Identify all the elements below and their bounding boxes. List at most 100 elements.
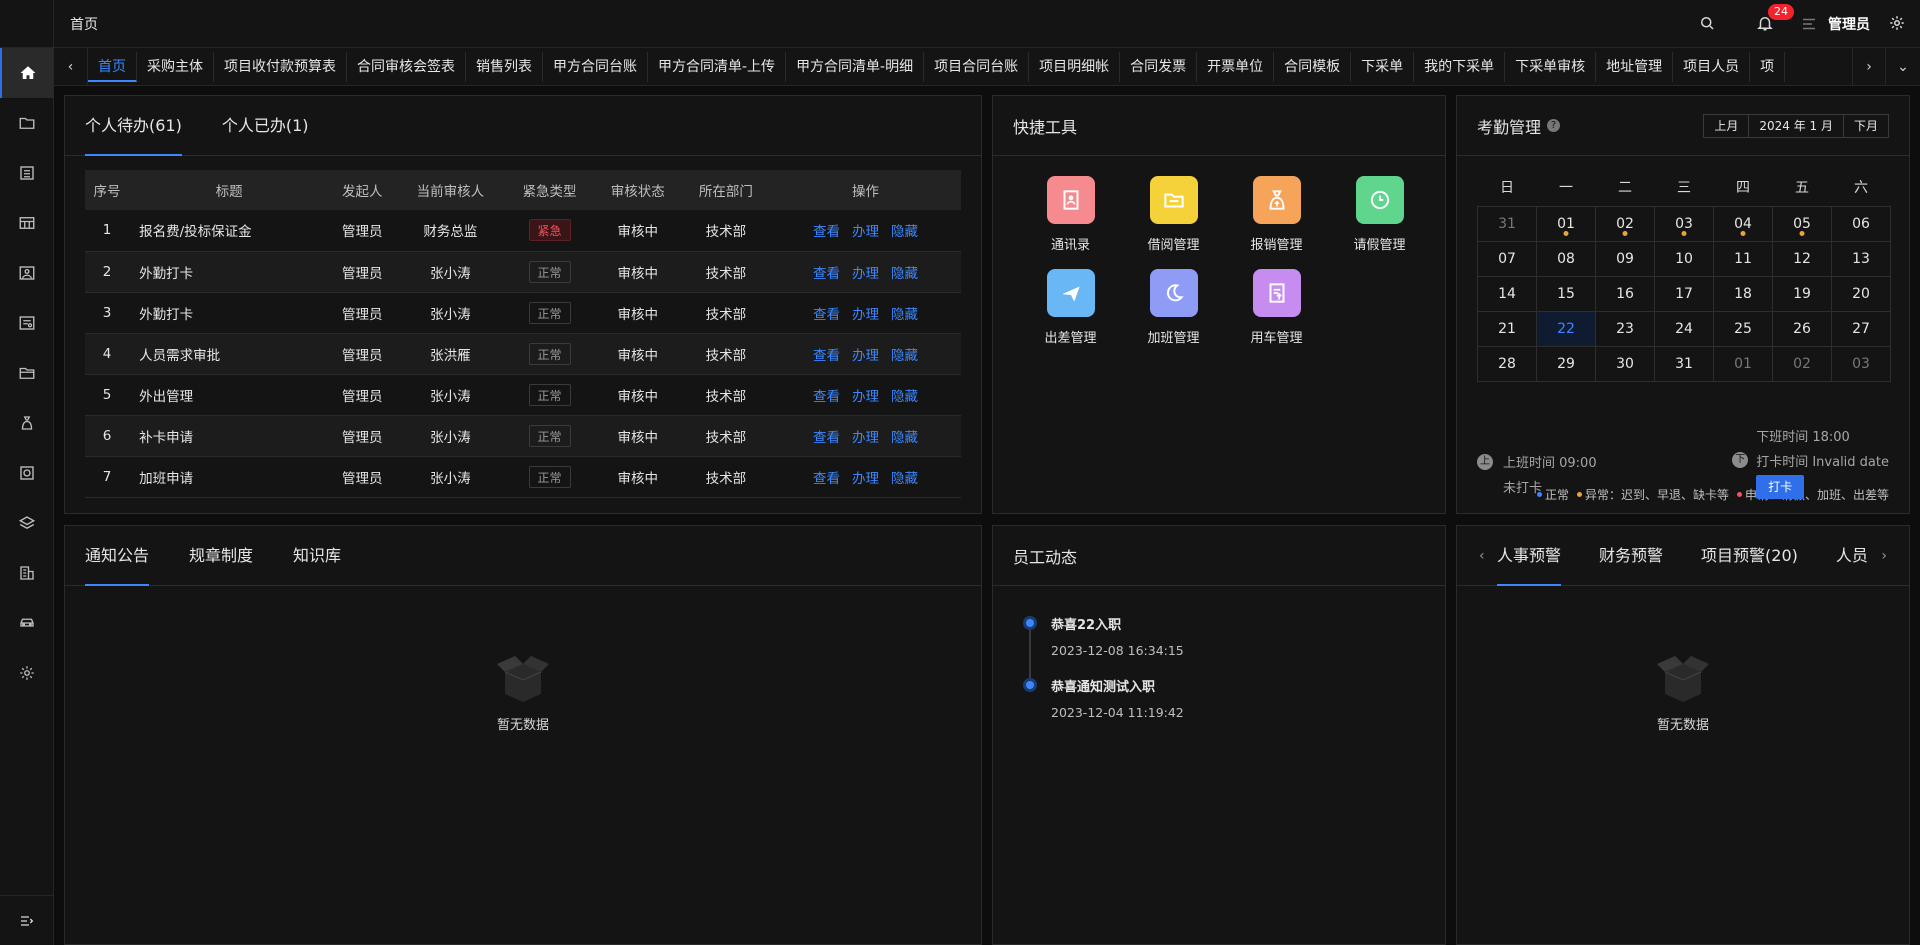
sidebar-item-list[interactable] (0, 148, 53, 198)
calendar-day[interactable]: 31 (1654, 345, 1714, 382)
calendar-day[interactable]: 10 (1654, 240, 1714, 277)
sidebar-item-home[interactable] (0, 48, 53, 98)
sidebar-item-safe[interactable] (0, 448, 53, 498)
tab-staff-warning[interactable]: 人员 (1836, 526, 1868, 586)
tab-item[interactable]: 项 (1750, 51, 1786, 82)
notice-tab[interactable]: 规章制度 (189, 526, 253, 586)
handle-link[interactable]: 办理 (852, 307, 879, 323)
handle-link[interactable]: 办理 (852, 389, 879, 405)
tab-item[interactable]: 项目明细帐 (1029, 51, 1121, 82)
quick-tool-item[interactable]: 出差管理 (1019, 269, 1122, 346)
view-link[interactable]: 查看 (813, 430, 840, 446)
calendar-day[interactable]: 27 (1831, 310, 1891, 347)
tabs-prev-button[interactable]: ‹ (54, 47, 88, 86)
tab-finance-warning[interactable]: 财务预警 (1599, 526, 1663, 586)
tabs-next-button[interactable]: › (1852, 47, 1886, 86)
calendar-day[interactable]: 02 (1595, 205, 1655, 242)
calendar-day[interactable]: 21 (1477, 310, 1537, 347)
settings-button[interactable] (1888, 14, 1908, 34)
hide-link[interactable]: 隐藏 (891, 224, 918, 240)
tab-item[interactable]: 开票单位 (1197, 51, 1275, 82)
handle-link[interactable]: 办理 (852, 430, 879, 446)
notice-tab[interactable]: 知识库 (293, 526, 341, 586)
calendar-day[interactable]: 23 (1595, 310, 1655, 347)
tab-item[interactable]: 合同发票 (1120, 51, 1198, 82)
sidebar-item-finance[interactable] (0, 398, 53, 448)
tab-item[interactable]: 甲方合同清单-明细 (786, 51, 925, 82)
calendar-day[interactable]: 14 (1477, 275, 1537, 312)
quick-tool-item[interactable]: 加班管理 (1122, 269, 1225, 346)
calendar-day[interactable]: 07 (1477, 240, 1537, 277)
calendar-day[interactable]: 09 (1595, 240, 1655, 277)
hide-link[interactable]: 隐藏 (891, 471, 918, 487)
breadcrumb[interactable]: 首页 (70, 14, 98, 34)
chevron-left-icon[interactable]: ‹ (1479, 548, 1485, 564)
tab-item[interactable]: 项目收付款预算表 (214, 51, 347, 82)
hide-link[interactable]: 隐藏 (891, 307, 918, 323)
tab-item[interactable]: 我的下采单 (1414, 51, 1506, 82)
calendar-day[interactable]: 01 (1713, 345, 1773, 382)
tab-item[interactable]: 项目人员 (1673, 51, 1751, 82)
calendar-day[interactable]: 13 (1831, 240, 1891, 277)
hide-link[interactable]: 隐藏 (891, 389, 918, 405)
chevron-right-icon[interactable]: › (1881, 548, 1887, 564)
tab-item[interactable]: 甲方合同清单-上传 (648, 51, 787, 82)
tab-project-warning[interactable]: 项目预警(20) (1701, 526, 1798, 586)
quick-tool-item[interactable]: 报销管理 (1225, 176, 1328, 253)
sidebar-item-car[interactable] (0, 598, 53, 648)
search-button[interactable] (1698, 14, 1718, 34)
calendar-day[interactable]: 03 (1831, 345, 1891, 382)
quick-tool-item[interactable]: 借阅管理 (1122, 176, 1225, 253)
calendar-day[interactable]: 03 (1654, 205, 1714, 242)
calendar-day[interactable]: 22 (1536, 310, 1596, 347)
handle-link[interactable]: 办理 (852, 266, 879, 282)
calendar-day[interactable]: 16 (1595, 275, 1655, 312)
quick-tool-item[interactable]: 通讯录 (1019, 176, 1122, 253)
calendar-day[interactable]: 01 (1536, 205, 1596, 242)
calendar-day[interactable]: 19 (1772, 275, 1832, 312)
sidebar-item-docs[interactable] (0, 348, 53, 398)
sidebar-item-building[interactable] (0, 548, 53, 598)
tabs-dropdown-button[interactable]: ⌄ (1886, 48, 1920, 86)
calendar-day[interactable]: 02 (1772, 345, 1832, 382)
tab-item[interactable]: 下采单审核 (1505, 51, 1597, 82)
clock-in-button[interactable]: 打卡 (1756, 475, 1805, 499)
view-link[interactable]: 查看 (813, 266, 840, 282)
calendar-day[interactable]: 28 (1477, 345, 1537, 382)
sidebar-item-form[interactable] (0, 298, 53, 348)
sidebar-item-settings[interactable] (0, 648, 53, 698)
view-link[interactable]: 查看 (813, 224, 840, 240)
handle-link[interactable]: 办理 (852, 471, 879, 487)
sidebar-collapse-button[interactable] (0, 895, 54, 945)
sidebar-item-folder[interactable] (0, 98, 53, 148)
calendar-day[interactable]: 20 (1831, 275, 1891, 312)
calendar-day[interactable]: 15 (1536, 275, 1596, 312)
calendar-day[interactable]: 08 (1536, 240, 1596, 277)
view-link[interactable]: 查看 (813, 348, 840, 364)
calendar-day[interactable]: 25 (1713, 310, 1773, 347)
calendar-day[interactable]: 04 (1713, 205, 1773, 242)
next-month-button[interactable]: 下月 (1842, 113, 1889, 138)
calendar-day[interactable]: 24 (1654, 310, 1714, 347)
tab-personal-todo[interactable]: 个人待办(61) (85, 96, 182, 156)
tab-item[interactable]: 甲方合同台账 (543, 51, 648, 82)
tab-item[interactable]: 首页 (88, 51, 137, 82)
calendar-day[interactable]: 17 (1654, 275, 1714, 312)
calendar-day[interactable]: 06 (1831, 205, 1891, 242)
tab-personal-done[interactable]: 个人已办(1) (222, 96, 309, 156)
calendar-day[interactable]: 31 (1477, 205, 1537, 242)
tab-item[interactable]: 项目合同台账 (924, 51, 1030, 82)
view-link[interactable]: 查看 (813, 389, 840, 405)
calendar-day[interactable]: 12 (1772, 240, 1832, 277)
sidebar-item-layers[interactable] (0, 498, 53, 548)
tab-item[interactable]: 合同模板 (1274, 51, 1352, 82)
tab-item[interactable]: 采购主体 (137, 51, 214, 82)
tab-item[interactable]: 合同审核会签表 (347, 51, 466, 82)
help-icon[interactable]: ? (1547, 119, 1561, 132)
quick-tool-item[interactable]: 请假管理 (1328, 176, 1431, 253)
tab-item[interactable]: 销售列表 (466, 51, 543, 82)
hide-link[interactable]: 隐藏 (891, 266, 918, 282)
tab-item[interactable]: 下采单 (1351, 51, 1415, 82)
notifications-button[interactable]: 24 (1756, 4, 1794, 34)
user-menu[interactable]: 管理员 (1800, 14, 1870, 34)
